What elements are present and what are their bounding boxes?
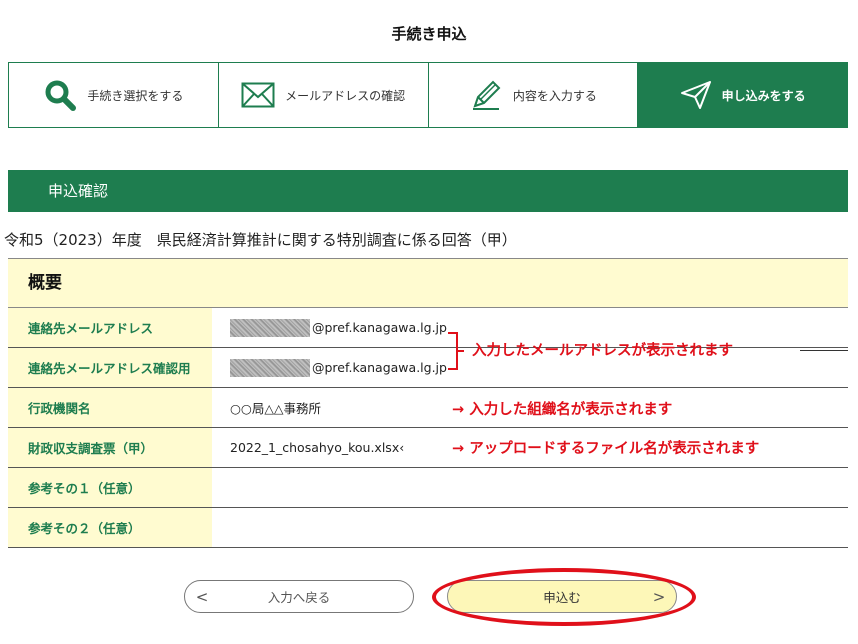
annotation-org: → 入力した組織名が表示されます — [452, 402, 673, 418]
redacted-block — [230, 318, 310, 337]
page-title: 手続き申込 — [391, 25, 467, 43]
row-label: 連絡先メールアドレス確認用 — [8, 348, 212, 387]
mail-icon — [241, 82, 275, 108]
survey-title: 令和5（2023）年度 県民経済計算推計に関する特別調査に係る回答（甲） — [4, 231, 517, 249]
chevron-right-icon: > — [652, 587, 666, 606]
step-progress: 手続き選択をする メールアドレスの確認 内容を入力する 申し込みをする — [8, 62, 848, 128]
submit-button-label: 申込む — [543, 590, 581, 605]
email-value: @pref.kanagawa.lg.jp — [312, 320, 447, 335]
step-label: 内容を入力する — [512, 88, 597, 103]
annotation-email: 入力したメールアドレスが表示されます — [472, 343, 733, 359]
back-button-label: 入力へ戻る — [267, 590, 331, 605]
ref2-value — [212, 508, 848, 547]
summary-table: 概要 連絡先メールアドレス @pref.kanagawa.lg.jp 連絡先メー… — [8, 258, 848, 548]
section-title: 申込確認 — [8, 170, 848, 212]
step-label: 手続き選択をする — [87, 88, 184, 103]
annotation-line — [800, 350, 848, 351]
row-label: 連絡先メールアドレス — [8, 308, 212, 347]
submit-button[interactable]: 申込む > — [447, 580, 677, 613]
table-row-org: 行政機関名 ○○局△△事務所 — [8, 388, 848, 428]
annotation-bracket-tick — [456, 350, 464, 352]
email-confirm-value: @pref.kanagawa.lg.jp — [312, 360, 447, 375]
paper-plane-icon — [680, 80, 712, 110]
back-to-input-button[interactable]: < 入力へ戻る — [184, 580, 414, 613]
step-label: メールアドレスの確認 — [285, 88, 406, 103]
pencil-icon — [469, 78, 503, 112]
step-confirm-email: メールアドレスの確認 — [219, 63, 429, 127]
row-label: 財政収支調査票（甲） — [8, 428, 212, 467]
table-row-ref2: 参考その２（任意） — [8, 508, 848, 548]
step-enter-content: 内容を入力する — [429, 63, 639, 127]
row-label: 参考その２（任意） — [8, 508, 212, 547]
step-label: 申し込みをする — [721, 88, 806, 103]
chevron-left-icon: < — [195, 587, 209, 606]
ref1-value — [212, 468, 848, 507]
redacted-block — [230, 358, 310, 377]
step-submit-active: 申し込みをする — [638, 63, 847, 127]
search-icon — [43, 78, 77, 112]
row-label: 参考その１（任意） — [8, 468, 212, 507]
table-row-ref1: 参考その１（任意） — [8, 468, 848, 508]
row-label: 行政機関名 — [8, 388, 212, 427]
step-select-procedure: 手続き選択をする — [9, 63, 219, 127]
annotation-file: → アップロードするファイル名が表示されます — [452, 441, 760, 457]
summary-heading: 概要 — [8, 258, 848, 308]
